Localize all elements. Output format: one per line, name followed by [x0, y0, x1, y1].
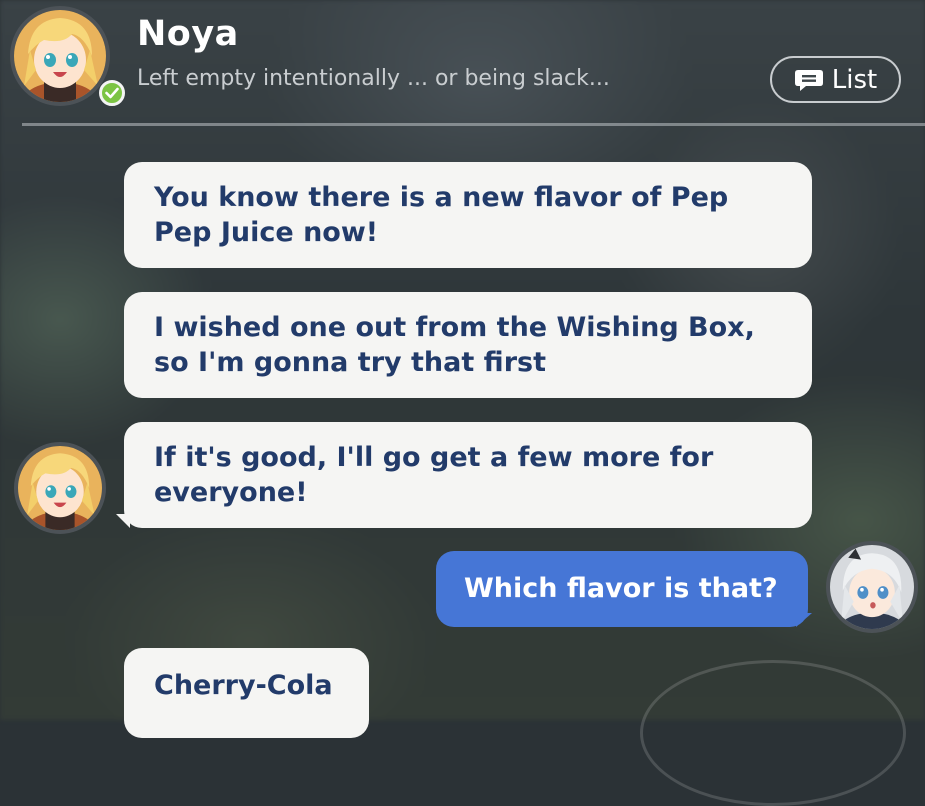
chat-bubble-icon: [794, 69, 823, 91]
check-icon: [105, 87, 119, 99]
message-bubble-incoming: If it's good, I'll go get a few more for…: [124, 422, 812, 528]
online-status-badge: [99, 80, 125, 106]
message-text: I wished one out from the Wishing Box, s…: [154, 312, 755, 378]
user-avatar[interactable]: [826, 541, 918, 633]
background-decoration: [640, 660, 906, 806]
message-bubble-incoming: I wished one out from the Wishing Box, s…: [124, 292, 812, 398]
header-divider: [22, 123, 925, 126]
message-bubble-incoming: Cherry-Cola: [124, 648, 369, 738]
message-text: Which flavor is that?: [464, 573, 778, 604]
contact-status-text: Left empty intentionally ... or being sl…: [137, 66, 610, 91]
contact-message-avatar[interactable]: [14, 442, 106, 534]
bubble-tail: [796, 613, 812, 627]
chat-header: Noya Left empty intentionally ... or bei…: [0, 0, 925, 126]
contact-name: Noya: [137, 14, 239, 54]
message-text: If it's good, I'll go get a few more for…: [154, 442, 714, 508]
contact-avatar[interactable]: [10, 6, 110, 106]
list-button[interactable]: List: [770, 56, 901, 103]
bubble-tail: [116, 514, 130, 528]
message-bubble-incoming: You know there is a new flavor of Pep Pe…: [124, 162, 812, 268]
message-text: Cherry-Cola: [154, 670, 333, 701]
message-bubble-outgoing: Which flavor is that?: [436, 551, 808, 627]
message-text: You know there is a new flavor of Pep Pe…: [154, 182, 729, 248]
list-button-label: List: [831, 64, 878, 95]
